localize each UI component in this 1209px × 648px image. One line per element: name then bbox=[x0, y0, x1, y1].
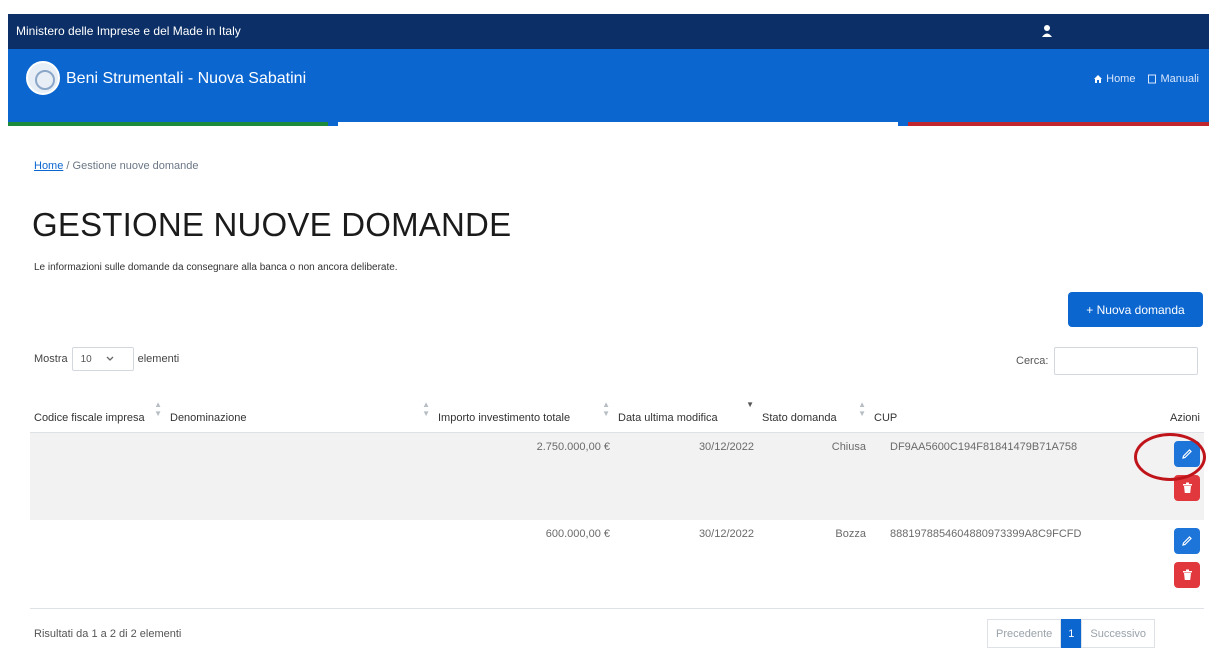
column-header-azioni: Azioni bbox=[1134, 378, 1204, 433]
cell-denominazione bbox=[166, 520, 434, 609]
column-header-cup[interactable]: CUP bbox=[870, 378, 1134, 433]
breadcrumb-current: Gestione nuove domande bbox=[72, 160, 199, 172]
trash-icon bbox=[1182, 482, 1192, 493]
cell-data: 30/12/2022 bbox=[614, 432, 758, 520]
sort-icon: ▲ ▼ bbox=[154, 400, 162, 418]
sort-desc-icon: ▼ bbox=[746, 400, 754, 409]
cell-cup: 8881978854604880973399A8C9FCFD bbox=[870, 520, 1134, 609]
user-icon[interactable] bbox=[1040, 22, 1054, 40]
search-control: Cerca: bbox=[1016, 347, 1199, 375]
breadcrumb: Home / Gestione nuove domande bbox=[34, 160, 199, 172]
column-header-label: Data ultima modifica bbox=[618, 411, 718, 424]
column-header-label: Denominazione bbox=[170, 411, 247, 424]
column-header-label: Importo investimento totale bbox=[438, 411, 571, 424]
page-size-value: 10 bbox=[80, 353, 92, 365]
pencil-icon bbox=[1182, 536, 1192, 546]
column-header-label: Codice fiscale impresa bbox=[34, 411, 145, 424]
page-size-control: Mostra 10 elementi bbox=[34, 347, 179, 371]
column-header-data[interactable]: Data ultima modifica ▼ bbox=[614, 378, 758, 433]
applications-table: Codice fiscale impresa ▲ ▼ Denominazione ▲ ▼… bbox=[30, 378, 1204, 609]
column-header-denominazione[interactable]: Denominazione ▲ ▼ bbox=[166, 378, 434, 433]
cell-importo: 600.000,00 € bbox=[434, 520, 614, 609]
breadcrumb-home-link[interactable]: Home bbox=[34, 160, 63, 172]
show-label: Mostra bbox=[34, 353, 68, 365]
cell-stato: Chiusa bbox=[758, 432, 870, 520]
pagination: Precedente 1 Successivo bbox=[987, 619, 1156, 648]
nav-manuali[interactable]: Manuali bbox=[1147, 73, 1199, 85]
sort-icon: ▲ ▼ bbox=[422, 400, 430, 418]
search-label: Cerca: bbox=[1016, 355, 1049, 367]
edit-button-highlight bbox=[1134, 433, 1206, 481]
breadcrumb-separator: / bbox=[66, 160, 70, 172]
table-row: 600.000,00 € 30/12/2022 Bozza 8881978854… bbox=[30, 520, 1204, 609]
results-summary: Risultati da 1 a 2 di 2 elementi bbox=[34, 628, 182, 640]
sort-icon: ▲ ▼ bbox=[858, 400, 866, 418]
chevron-down-icon bbox=[106, 356, 114, 361]
page-subtitle: Le informazioni sulle domande da consegn… bbox=[34, 262, 398, 273]
page-size-select[interactable]: 10 bbox=[71, 347, 134, 371]
header-stripes bbox=[8, 122, 1209, 126]
new-application-button[interactable]: + Nuova domanda bbox=[1068, 292, 1203, 327]
republic-emblem-icon bbox=[26, 61, 60, 95]
ministry-name: Ministero delle Imprese e del Made in It… bbox=[16, 24, 241, 38]
nav-home-label: Home bbox=[1106, 73, 1136, 85]
ministry-bar: Ministero delle Imprese e del Made in It… bbox=[8, 14, 1209, 49]
column-header-label: Stato domanda bbox=[762, 411, 837, 424]
nav-home[interactable]: Home bbox=[1093, 73, 1135, 85]
cell-cup: DF9AA5600C194F81841479B71A758 bbox=[870, 432, 1134, 520]
cell-actions bbox=[1134, 520, 1204, 609]
search-input[interactable] bbox=[1054, 347, 1199, 375]
cell-denominazione bbox=[166, 432, 434, 520]
table-row: 2.750.000,00 € 30/12/2022 Chiusa DF9AA56… bbox=[30, 432, 1204, 520]
column-header-codice-fiscale[interactable]: Codice fiscale impresa ▲ ▼ bbox=[30, 378, 166, 433]
book-icon bbox=[1148, 74, 1157, 84]
previous-page-button[interactable]: Precedente bbox=[987, 619, 1062, 648]
trash-icon bbox=[1182, 569, 1192, 580]
sort-icon: ▲ ▼ bbox=[602, 400, 610, 418]
delete-button[interactable] bbox=[1174, 562, 1200, 588]
column-header-label: Azioni bbox=[1170, 411, 1200, 424]
cell-codice-fiscale bbox=[30, 432, 166, 520]
cell-data: 30/12/2022 bbox=[614, 520, 758, 609]
home-icon bbox=[1094, 75, 1103, 83]
column-header-label: CUP bbox=[874, 411, 898, 424]
header-nav: Home Manuali bbox=[1093, 73, 1199, 85]
app-header: Beni Strumentali - Nuova Sabatini Home M… bbox=[8, 49, 1209, 126]
nav-manuali-label: Manuali bbox=[1160, 73, 1199, 85]
cell-codice-fiscale bbox=[30, 520, 166, 609]
elements-label: elementi bbox=[137, 353, 180, 365]
cell-stato: Bozza bbox=[758, 520, 870, 609]
app-title[interactable]: Beni Strumentali - Nuova Sabatini bbox=[66, 70, 306, 88]
page-title: GESTIONE NUOVE DOMANDE bbox=[32, 206, 512, 243]
column-header-stato[interactable]: Stato domanda ▲ ▼ bbox=[758, 378, 870, 433]
page-1-button[interactable]: 1 bbox=[1061, 619, 1082, 648]
next-page-button[interactable]: Successivo bbox=[1081, 619, 1156, 648]
column-header-importo[interactable]: Importo investimento totale ▲ ▼ bbox=[434, 378, 614, 433]
cell-importo: 2.750.000,00 € bbox=[434, 432, 614, 520]
edit-button[interactable] bbox=[1174, 528, 1200, 554]
